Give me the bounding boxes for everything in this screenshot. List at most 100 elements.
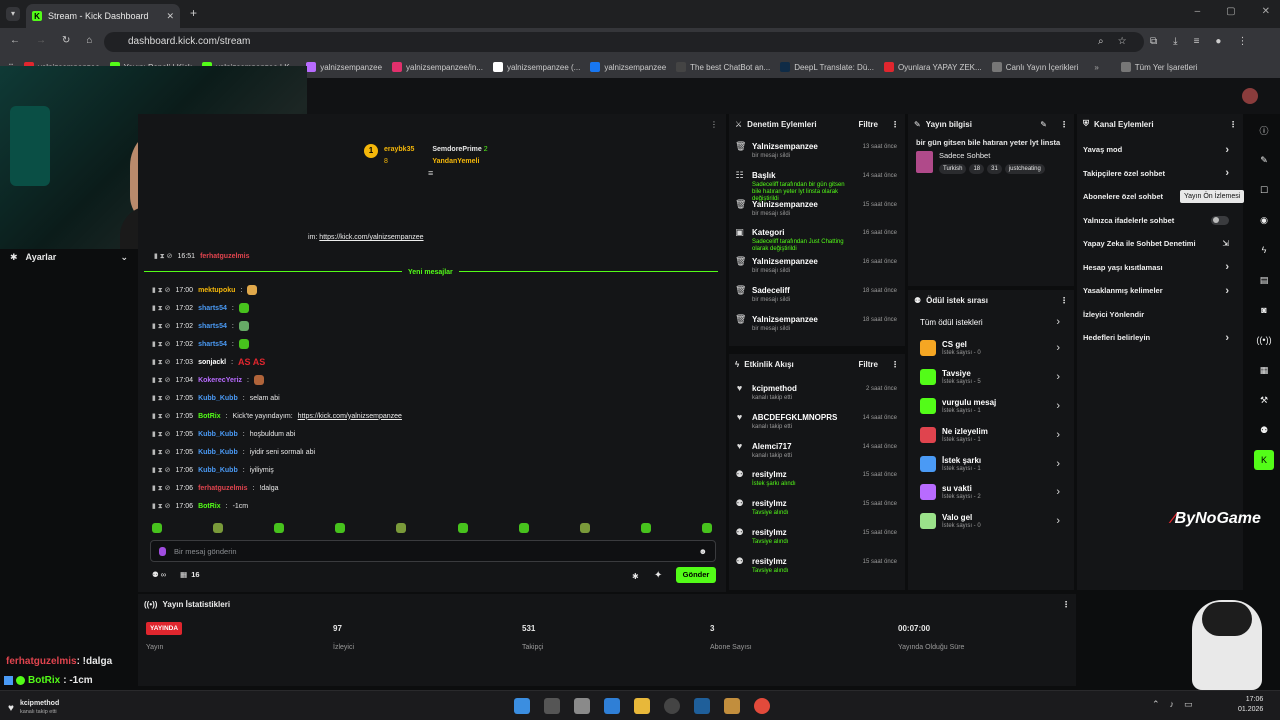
moderate-icons[interactable]: ▮ ⧗ ⊘ — [152, 412, 171, 421]
home-icon[interactable]: ⌂ — [86, 35, 92, 46]
kick-app-icon[interactable]: K — [1254, 450, 1274, 470]
chat-username[interactable]: sharts54 — [198, 305, 227, 312]
more-bookmarks-icon[interactable]: » — [1094, 63, 1098, 72]
media-icon[interactable]: ≡ — [1194, 36, 1200, 47]
chat-link[interactable]: https://kick.com/yalnizsempanzee — [319, 234, 423, 241]
moderate-icons[interactable]: ▮ ⧗ ⊘ — [152, 286, 171, 295]
activity-row[interactable]: ⚉ resitylmz Tavsiye alındı 15 saat önce — [729, 553, 905, 582]
chrome-icon[interactable] — [754, 698, 770, 714]
tag-chip[interactable]: justcheating — [1004, 164, 1045, 174]
menu-icon[interactable]: ⋮ — [1237, 36, 1247, 47]
forward-icon[interactable]: → — [36, 35, 46, 46]
reward-row[interactable]: su vakti İstek sayısı - 2 › — [908, 478, 1074, 507]
bookmark-item[interactable]: yalnizsempanzee — [306, 62, 382, 72]
close-window-icon[interactable]: ✕ — [1262, 6, 1270, 17]
chat-username[interactable]: Kubb_Kubb — [198, 467, 238, 474]
bookmark-item[interactable]: Canlı Yayın İçerikleri — [991, 62, 1078, 72]
emote-option-icon[interactable] — [213, 523, 224, 533]
document-icon[interactable]: ▤ — [1254, 270, 1274, 290]
chat-username[interactable]: Kubb_Kubb — [198, 395, 238, 402]
bookmark-item[interactable]: DeepL Translate: Dü... — [780, 62, 874, 72]
moderation-row[interactable]: ▣ Kategori Sadeceliff tarafından Just Chat… — [729, 224, 905, 253]
preview-icon[interactable]: ◉ — [1254, 210, 1274, 230]
bookmark-star-icon[interactable]: ☆ — [1118, 36, 1127, 47]
activity-filter[interactable]: Filtre — [858, 360, 878, 369]
moderation-row[interactable]: 🗑 Yalnizsempanzee bir mesajı sildi 13 saat … — [729, 138, 905, 167]
moderate-icons[interactable]: ▮ ⧗ ⊘ — [152, 376, 171, 385]
clock[interactable]: 17:06 01.2026 — [1238, 695, 1263, 715]
emote-option-icon[interactable] — [579, 523, 590, 533]
channel-action-row[interactable]: Hesap yaşı kısıtlaması › — [1077, 256, 1243, 280]
chat-username[interactable]: sharts54 — [198, 323, 227, 330]
gear-small-icon[interactable]: ✱ — [632, 572, 639, 581]
minimize-icon[interactable]: – — [1195, 6, 1201, 17]
moderate-icons[interactable]: ▮ ⧗ ⊘ — [154, 252, 173, 261]
bookmark-item[interactable]: yalnizsempanzee/in... — [392, 62, 483, 72]
task-view-icon[interactable] — [544, 698, 560, 714]
moderation-menu-icon[interactable]: ⋮ — [891, 120, 899, 129]
photos-icon[interactable] — [604, 698, 620, 714]
windows-start-icon[interactable] — [514, 698, 530, 714]
mic-icon[interactable] — [159, 546, 166, 556]
expand-icon[interactable]: ≡ — [428, 168, 433, 178]
user-avatar[interactable] — [1242, 88, 1258, 104]
emote-option-icon[interactable] — [457, 523, 468, 533]
emoji-icon[interactable]: ☻ — [699, 547, 707, 556]
moderation-row[interactable]: 🗑 Sadeceliff bir mesajı sildi 18 saat önce — [729, 282, 905, 311]
moderate-icons[interactable]: ▮ ⧗ ⊘ — [152, 502, 171, 511]
channel-actions-menu-icon[interactable]: ⋮ — [1229, 120, 1237, 129]
download-icon[interactable]: ⤓ — [1173, 36, 1177, 47]
back-icon[interactable]: ← — [10, 35, 20, 46]
pencil-icon[interactable]: ✎ — [1254, 150, 1274, 170]
emote-option-icon[interactable] — [701, 523, 712, 533]
activity-row[interactable]: ♥ kcipmethod kanalı takip etti 2 saat önce — [729, 380, 905, 409]
rewards-menu-icon[interactable]: ⋮ — [1060, 296, 1068, 305]
send-button[interactable]: Gönder — [676, 567, 716, 583]
maximize-icon[interactable]: ▢ — [1226, 6, 1235, 17]
chat-bubble-icon[interactable]: ☐ — [1254, 180, 1274, 200]
zoom-icon[interactable]: ⌕ — [1098, 36, 1104, 47]
moderate-icons[interactable]: ▮ ⧗ ⊘ — [152, 484, 171, 493]
moderate-icons[interactable]: ▮ ⧗ ⊘ — [152, 358, 171, 367]
emote-option-icon[interactable] — [152, 523, 162, 533]
chat-username[interactable]: BotRix — [198, 413, 221, 420]
bookmark-item[interactable]: yalnizsempanzee (... — [492, 62, 580, 72]
emote-option-icon[interactable] — [640, 523, 651, 533]
bookmark-item[interactable]: yalnizsempanzee — [590, 62, 666, 72]
emote-option-icon[interactable] — [396, 523, 407, 533]
bookmark-item[interactable]: Oyunlara YAPAY ZEK... — [883, 62, 982, 72]
close-tab-icon[interactable]: ✕ — [166, 11, 174, 22]
app-icon[interactable] — [574, 698, 590, 714]
chat-menu-icon[interactable]: ⋮ — [710, 120, 718, 129]
chat-username[interactable]: Kubb_Kubb — [198, 431, 238, 438]
reward-row[interactable]: Tavsiye İstek sayısı - 5 › — [908, 363, 1074, 392]
channel-action-row[interactable]: Yalnızca ifadelerle sohbet — [1077, 209, 1243, 233]
reward-row[interactable]: Ne izleyelim İstek sayısı - 1 › — [908, 420, 1074, 449]
channel-action-row[interactable]: İzleyici Yönlendir — [1077, 303, 1243, 327]
moderate-icons[interactable]: ▮ ⧗ ⊘ — [152, 304, 171, 313]
new-tab-icon[interactable]: + — [190, 6, 197, 20]
activity-row[interactable]: ♥ Alemci717 kanalı takip etti 14 saat önce — [729, 438, 905, 467]
channel-action-row[interactable]: Yavaş mod › — [1077, 138, 1243, 162]
all-rewards-link[interactable]: Tüm ödül istekleri › — [908, 310, 1074, 334]
chat-input[interactable]: Bir mesaj gönderin ☻ — [150, 540, 716, 562]
activity-row[interactable]: ♥ ABCDEFGKLMNOPRS kanalı takip etti 14 saat… — [729, 409, 905, 438]
reward-row[interactable]: CS gel İstek sayısı - 0 › — [908, 334, 1074, 363]
channel-action-row[interactable]: Yapay Zeka ile Sohbet Denetimi ⇲ — [1077, 232, 1243, 256]
chat-username[interactable]: sonjackl — [198, 359, 226, 366]
activity-row[interactable]: ⚉ resitylmz Tavsiye alındı 15 saat önce — [729, 495, 905, 524]
broadcast-icon[interactable]: ((•)) — [1254, 330, 1274, 350]
tab-search-icon[interactable]: ▾ — [6, 7, 20, 21]
activity-row[interactable]: ⚉ resitylmz İstek şarkı alındı 15 saat önce — [729, 466, 905, 495]
reward-row[interactable]: Valo gel İstek sayısı - 0 › — [908, 507, 1074, 536]
moderation-row[interactable]: 🗑 Yalnizsempanzee bir mesajı sildi 15 saat … — [729, 196, 905, 225]
url-field[interactable]: dashboard.kick.com/stream — [104, 32, 1144, 52]
extensions-icon[interactable]: ⧉ — [1150, 36, 1157, 47]
activity-menu-icon[interactable]: ⋮ — [891, 360, 899, 369]
calendar-icon[interactable]: ▦ — [1254, 360, 1274, 380]
tag-chip[interactable]: 31 — [987, 164, 1002, 174]
stats-menu-icon[interactable]: ⋮ — [1062, 600, 1070, 609]
chat-username[interactable]: BotRix — [198, 503, 221, 510]
moderation-row[interactable]: 🗑 Yalnizsempanzee bir mesajı sildi 16 saat … — [729, 253, 905, 282]
reload-icon[interactable]: ↻ — [62, 35, 70, 46]
